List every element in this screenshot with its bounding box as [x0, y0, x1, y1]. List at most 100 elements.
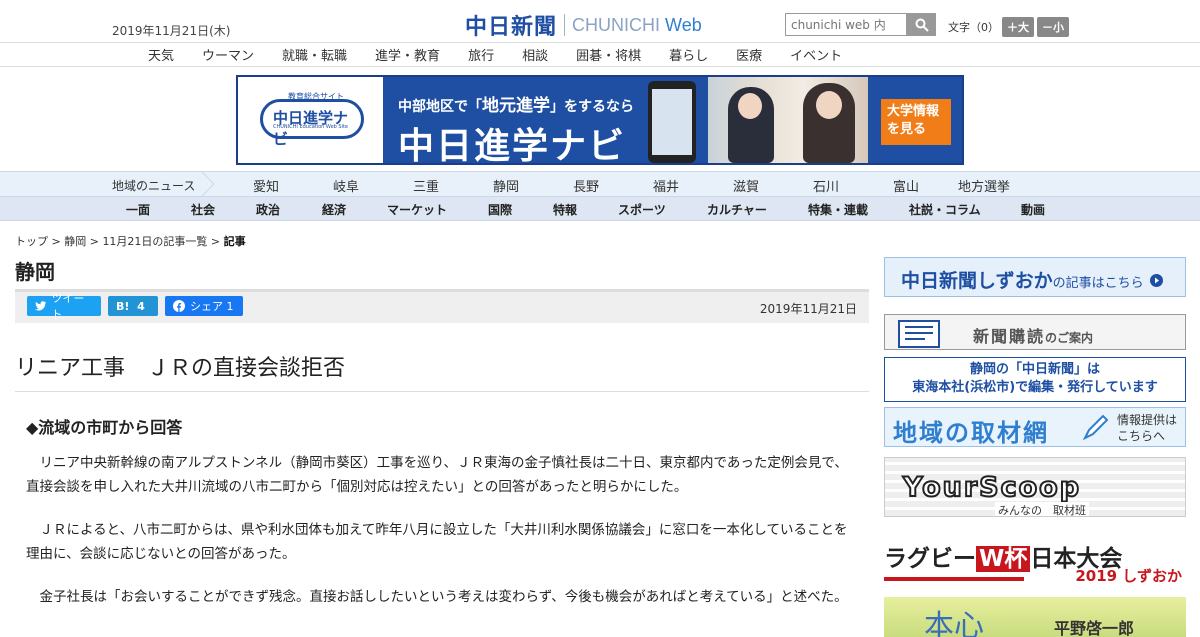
facebook-share-button[interactable]: シェア 1: [165, 296, 243, 316]
category-nav-item[interactable]: 医療: [722, 45, 776, 64]
site-logo[interactable]: 中日新聞 CHUNICHI Web: [465, 9, 702, 41]
chevron-right-icon: [201, 172, 215, 196]
article-subhead: ◆流域の市町から回答: [26, 418, 183, 437]
hatena-bookmark-button[interactable]: B! 4: [108, 296, 158, 316]
article-paragraph: 金子社長は「お会いすることができず残念。直接お話ししたいという考えは変わらず、今…: [26, 589, 848, 605]
tokai-office-text: 静岡の「中日新聞」は 東海本社(浜松市)で編集・発行しています: [912, 362, 1158, 395]
logo-main-text: 中日新聞: [465, 14, 558, 40]
main-nav-item[interactable]: カルチャー: [707, 201, 767, 218]
main-nav-item[interactable]: 特報: [553, 201, 577, 218]
text-larger-button[interactable]: ＋大: [1002, 17, 1034, 37]
region-item[interactable]: 地方選挙: [958, 176, 1010, 195]
main-nav-item[interactable]: 社会: [191, 201, 215, 218]
region-item[interactable]: 長野: [573, 176, 599, 195]
main-nav-item[interactable]: スポーツ: [618, 201, 666, 218]
breadcrumb-list[interactable]: 11月21日の記事一覧: [102, 235, 207, 248]
banner-title: 中日進学ナビ: [398, 126, 627, 165]
rugby-banner-subtitle: 2019 しずおか: [1075, 567, 1182, 583]
tokai-office-notice[interactable]: 静岡の「中日新聞」は 東海本社(浜松市)で編集・発行しています: [884, 357, 1186, 402]
main-nav-item[interactable]: 特集・連載: [808, 201, 868, 218]
students-photo: [708, 77, 868, 163]
main-nav-item[interactable]: 経済: [322, 201, 346, 218]
text-size-label: 文字（0）: [948, 21, 999, 34]
main-nav-item[interactable]: マーケット: [387, 201, 447, 218]
banner-logo-area: 教育総合サイト 中日進学ナビ CHUNICHI Education Web Si…: [238, 77, 383, 163]
tweet-button[interactable]: ツイート: [27, 292, 101, 321]
category-nav-item[interactable]: 囲碁・将棋: [562, 45, 655, 64]
site-header: 2019年11月21日(木) 中日新聞 CHUNICHI Web 文字（0） ＋…: [0, 0, 1200, 42]
logo-sub-text: CHUNICHI Web: [572, 14, 702, 35]
main-nav: 一面 社会 政治 経済 マーケット 国際 特報 スポーツ カルチャー 特集・連載…: [0, 197, 1200, 221]
section-title: 静岡: [15, 260, 55, 284]
main-nav-item[interactable]: 動画: [1021, 201, 1045, 218]
rugby-banner-bar: [884, 577, 1024, 581]
text-smaller-button[interactable]: －小: [1037, 17, 1069, 37]
banner-headline: 中部地区で「地元進学」をするなら: [398, 96, 634, 116]
facebook-count: 1: [226, 299, 234, 313]
publish-date: 2019年11月21日: [759, 302, 857, 316]
rugby-world-cup-banner[interactable]: ラグビー W杯 日本大会 2019 しずおか: [884, 527, 1186, 583]
header-date: 2019年11月21日(木): [112, 24, 231, 38]
article-paragraph: ＪＲによると、八市二町からは、県や利水団体も加えて昨年八月に設立した「大井川利水…: [26, 522, 848, 562]
chunichi-shizuoka-link[interactable]: 中日新聞しずおかの記事はこちら: [884, 257, 1186, 297]
local-reporting-note: 情報提供は こちらへ: [1117, 413, 1178, 443]
your-scoop-banner[interactable]: YourScoop みんなの 取材班: [884, 457, 1186, 517]
region-nav-label: 地域のニュース: [112, 179, 196, 193]
region-item[interactable]: 富山: [893, 176, 919, 195]
site-search: [785, 13, 936, 36]
share-bar: ツイート B! 4 シェア 1 2019年11月21日: [15, 289, 869, 323]
facebook-icon: [173, 300, 185, 312]
breadcrumb-top[interactable]: トップ: [15, 235, 48, 248]
novel-banner[interactable]: 本心 平野啓一郎: [884, 597, 1186, 637]
banner-logo-en: CHUNICHI Education Web Site: [273, 124, 349, 130]
banner-cta-button[interactable]: 大学情報を見る: [881, 99, 951, 145]
category-nav-item[interactable]: 旅行: [454, 45, 508, 64]
region-item[interactable]: 愛知: [253, 176, 279, 195]
category-nav-item[interactable]: イベント: [776, 45, 856, 64]
category-nav-item[interactable]: 暮らし: [655, 45, 722, 64]
text-size-control: 文字（0） ＋大 －小: [948, 17, 1069, 37]
region-item[interactable]: 石川: [813, 176, 839, 195]
region-item[interactable]: 静岡: [493, 176, 519, 195]
pencil-icon: [1082, 414, 1109, 441]
category-nav-item[interactable]: ウーマン: [188, 45, 268, 64]
category-nav-item[interactable]: 進学・教育: [361, 45, 454, 64]
hatena-count: 4: [137, 299, 145, 313]
region-item[interactable]: 滋賀: [733, 176, 759, 195]
local-reporting-link[interactable]: 地域の取材網 情報提供は こちらへ: [884, 407, 1186, 447]
subscription-info-link[interactable]: 新聞購読のご案内: [884, 314, 1186, 350]
breadcrumb-current: 記事: [223, 235, 246, 248]
your-scoop-subtitle: みんなの 取材班: [995, 502, 1089, 516]
category-nav-item[interactable]: 天気: [134, 45, 188, 64]
region-nav: 地域のニュース 愛知 岐阜 三重 静岡 長野 福井 滋賀 石川 富山 地方選挙: [0, 171, 1200, 197]
article-title: リニア工事 ＪＲの直接会談拒否: [15, 356, 346, 381]
article-paragraph: リニア中央新幹線の南アルプストンネル（静岡市葵区）工事を巡り、ＪＲ東海の金子慎社…: [26, 455, 848, 495]
breadcrumb: トップ > 静岡 > 11月21日の記事一覧 > 記事: [15, 235, 246, 248]
title-divider: [15, 391, 869, 392]
search-button[interactable]: [907, 13, 936, 36]
category-nav: 天気 ウーマン 就職・転職 進学・教育 旅行 相談 囲碁・将棋 暮らし 医療 イ…: [0, 42, 1200, 67]
local-reporting-text: 地域の取材網: [893, 419, 1049, 447]
your-scoop-logo: YourScoop: [902, 471, 1082, 504]
subscription-info-text: 新聞購読のご案内: [973, 327, 1094, 346]
arrow-circle-icon: [1150, 274, 1164, 287]
region-item[interactable]: 岐阜: [333, 176, 359, 195]
novel-author: 平野啓一郎: [1054, 619, 1135, 637]
main-nav-item[interactable]: 政治: [256, 201, 280, 218]
main-nav-item[interactable]: 国際: [488, 201, 512, 218]
category-nav-item[interactable]: 相談: [508, 45, 562, 64]
main-nav-item[interactable]: 一面: [126, 201, 150, 218]
banner-logo: 中日進学ナビ CHUNICHI Education Web Site: [260, 99, 364, 148]
newspaper-icon: [898, 320, 940, 348]
hatena-icon: B!: [116, 299, 130, 313]
shingaku-navi-banner[interactable]: 教育総合サイト 中日進学ナビ CHUNICHI Education Web Si…: [236, 75, 964, 165]
category-nav-item[interactable]: 就職・転職: [268, 45, 361, 64]
search-input[interactable]: [785, 13, 907, 36]
region-item[interactable]: 福井: [653, 176, 679, 195]
region-item[interactable]: 三重: [413, 176, 439, 195]
twitter-icon: [35, 301, 47, 311]
main-nav-item[interactable]: 社説・コラム: [909, 201, 981, 218]
novel-title: 本心: [924, 609, 984, 637]
breadcrumb-region[interactable]: 静岡: [64, 235, 86, 248]
chunichi-shizuoka-text: 中日新聞しずおかの記事はこちら: [901, 266, 1164, 293]
